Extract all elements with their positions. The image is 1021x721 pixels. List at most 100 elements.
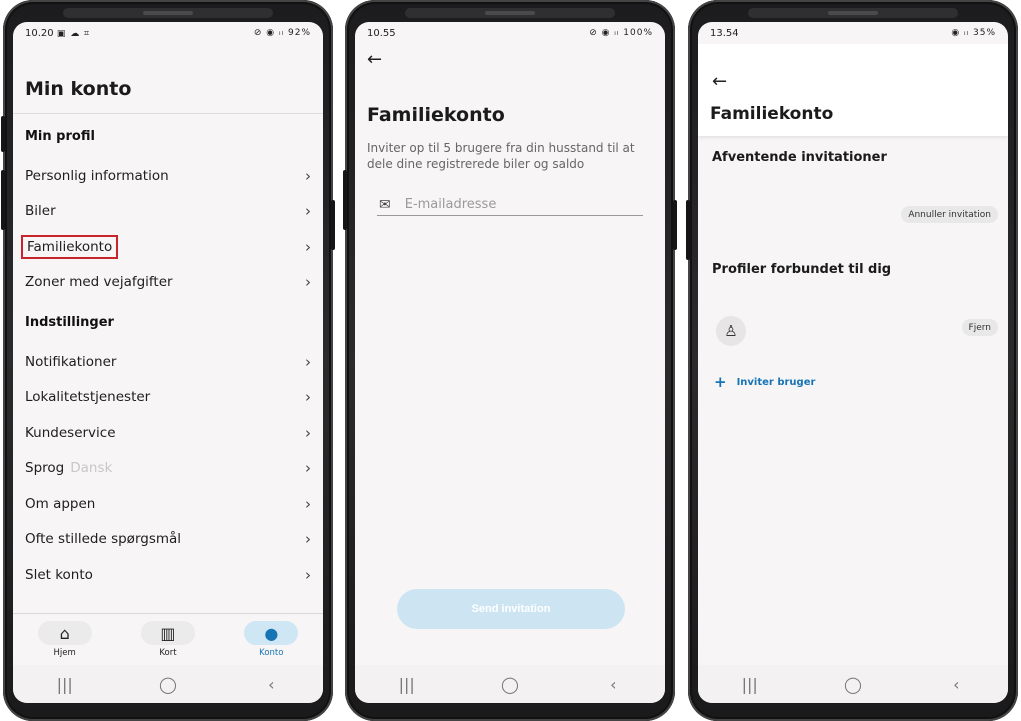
tab-konto[interactable]: ● Konto [236, 621, 306, 658]
phone-speaker [143, 11, 193, 15]
home-icon: ⌂ [37, 621, 92, 645]
page-title: Familiekonto [367, 104, 505, 126]
menu-item-label: Om appen [25, 495, 96, 512]
volume-button [1, 116, 5, 152]
status-bar: 13.54 ◉ ᵢₗ 35% [698, 22, 1008, 44]
menu-item-label: Sprog [25, 460, 65, 477]
bixby-button [343, 170, 347, 230]
invite-user-button[interactable]: + Inviter bruger [714, 373, 815, 391]
email-placeholder: E-mailadresse [404, 197, 497, 212]
home-button[interactable]: ◯ [138, 675, 198, 694]
status-time: 10.20 [25, 27, 54, 39]
menu-item-label: Personlig information [25, 167, 169, 184]
menu-item-faq[interactable]: Ofte stillede spørgsmål › [13, 522, 323, 558]
connected-profiles-heading: Profiler forbundet til dig [712, 262, 892, 277]
recent-apps-button[interactable]: ||| [35, 675, 95, 694]
phone-frame-family-connected: 13.54 ◉ ᵢₗ 35% ← Familiekonto Afventende… [686, 0, 1018, 721]
phone-speaker [485, 11, 535, 15]
cancel-invitation-button[interactable]: Annuller invitation [901, 206, 998, 223]
menu-item-sprog[interactable]: Sprog Dansk › [13, 451, 323, 487]
send-invitation-button[interactable]: Send invitation [397, 589, 625, 629]
plus-icon: + [714, 373, 727, 391]
android-nav-bar: ||| ◯ ‹ [355, 665, 665, 703]
power-button [673, 200, 677, 250]
menu-item-biler[interactable]: Biler › [13, 194, 323, 230]
menu-item-slet-konto[interactable]: Slet konto › [13, 557, 323, 593]
back-arrow-icon[interactable]: ← [712, 71, 727, 92]
status-time: 13.54 [710, 27, 739, 39]
chevron-right-icon: › [305, 352, 311, 371]
phone-frame-family-empty: 10.55 ⊘ ◉ ᵢₗ 100% ← Familiekonto Inviter… [343, 0, 677, 721]
tab-hjem[interactable]: ⌂ Hjem [30, 621, 100, 658]
menu-item-label: Slet konto [25, 566, 93, 583]
person-icon: ♙ [724, 322, 738, 340]
chevron-right-icon: › [305, 423, 311, 442]
account-menu: Min profil Personlig information › Biler ›… [13, 114, 323, 593]
back-arrow-icon[interactable]: ← [367, 49, 382, 70]
status-bar: 10.55 ⊘ ◉ ᵢₗ 100% [355, 22, 665, 44]
menu-item-zoner[interactable]: Zoner med vejafgifter › [13, 265, 323, 301]
person-icon: ● [244, 621, 299, 645]
chevron-right-icon: › [305, 166, 311, 185]
bixby-button [1, 170, 5, 230]
email-input[interactable]: ✉ E-mailadresse [377, 194, 643, 216]
section-indstillinger: Indstillinger [25, 314, 114, 330]
menu-item-notifikationer[interactable]: Notifikationer › [13, 344, 323, 380]
home-button[interactable]: ◯ [823, 675, 883, 694]
recent-apps-button[interactable]: ||| [377, 675, 437, 694]
android-nav-bar: ||| ◯ ‹ [698, 665, 1008, 703]
chevron-right-icon: › [305, 565, 311, 584]
status-icons: ▣ ☁ ⌗ [56, 28, 91, 39]
family-invite-screen: 10.55 ⊘ ◉ ᵢₗ 100% ← Familiekonto Inviter… [355, 22, 665, 703]
menu-item-label: Notifikationer [25, 353, 117, 370]
tab-label: Konto [259, 648, 284, 658]
status-bar: 10.20 ▣ ☁ ⌗ ⊘ ◉ ᵢₗ 92% [13, 22, 323, 44]
tab-kort[interactable]: ▥ Kort [133, 621, 203, 658]
page-title: Familiekonto [710, 104, 834, 124]
menu-item-label: Kundeservice [25, 424, 116, 441]
chevron-right-icon: › [305, 530, 311, 549]
menu-item-label: Biler [25, 203, 56, 220]
back-button[interactable]: ‹ [926, 675, 986, 694]
menu-item-kundeservice[interactable]: Kundeservice › [13, 415, 323, 451]
map-icon: ▥ [140, 621, 195, 645]
family-connected-screen: 13.54 ◉ ᵢₗ 35% ← Familiekonto Afventende… [698, 22, 1008, 703]
account-screen: 10.20 ▣ ☁ ⌗ ⊘ ◉ ᵢₗ 92% Min konto Min pro… [13, 22, 323, 703]
menu-item-label: Lokalitetstjenester [25, 389, 151, 406]
section-min-profil: Min profil [25, 128, 95, 144]
chevron-right-icon: › [305, 237, 311, 256]
chevron-right-icon: › [305, 388, 311, 407]
menu-item-label: Ofte stillede spørgsmål [25, 531, 182, 548]
home-button[interactable]: ◯ [480, 675, 540, 694]
invite-user-label: Inviter bruger [736, 376, 816, 388]
remove-button[interactable]: Fjern [961, 319, 998, 336]
status-battery: ◉ ᵢₗ 35% [951, 28, 996, 38]
recent-apps-button[interactable]: ||| [720, 675, 780, 694]
chevron-right-icon: › [305, 459, 311, 478]
chevron-right-icon: › [305, 273, 311, 292]
mail-icon: ✉ [379, 196, 391, 213]
page-title: Min konto [25, 78, 132, 100]
back-button[interactable]: ‹ [583, 675, 643, 694]
android-nav-bar: ||| ◯ ‹ [13, 665, 323, 703]
back-button[interactable]: ‹ [241, 675, 301, 694]
chevron-right-icon: › [305, 202, 311, 221]
phone-frame-account: 10.20 ▣ ☁ ⌗ ⊘ ◉ ᵢₗ 92% Min konto Min pro… [1, 0, 335, 721]
status-battery: ⊘ ◉ ᵢₗ 100% [589, 28, 653, 38]
tab-label: Hjem [53, 648, 76, 658]
chevron-right-icon: › [305, 494, 311, 513]
tab-label: Kort [159, 648, 177, 658]
invite-description: Inviter op til 5 brugere fra din husstan… [367, 141, 635, 171]
language-value: Dansk [70, 460, 113, 477]
power-button [331, 200, 335, 250]
menu-item-om-appen[interactable]: Om appen › [13, 486, 323, 522]
bottom-tab-bar: ⌂ Hjem ▥ Kort ● Konto [13, 613, 323, 665]
menu-item-familiekonto[interactable]: Familiekonto › [13, 229, 323, 265]
status-battery: ⊘ ◉ ᵢₗ 92% [253, 28, 311, 38]
status-time: 10.55 [367, 27, 396, 39]
menu-item-label: Familiekonto [20, 234, 119, 259]
pending-invitations-heading: Afventende invitationer [712, 150, 887, 165]
menu-item-personlig-information[interactable]: Personlig information › [13, 158, 323, 194]
menu-item-lokalitetstjenester[interactable]: Lokalitetstjenester › [13, 380, 323, 416]
menu-item-label: Zoner med vejafgifter [25, 274, 173, 291]
